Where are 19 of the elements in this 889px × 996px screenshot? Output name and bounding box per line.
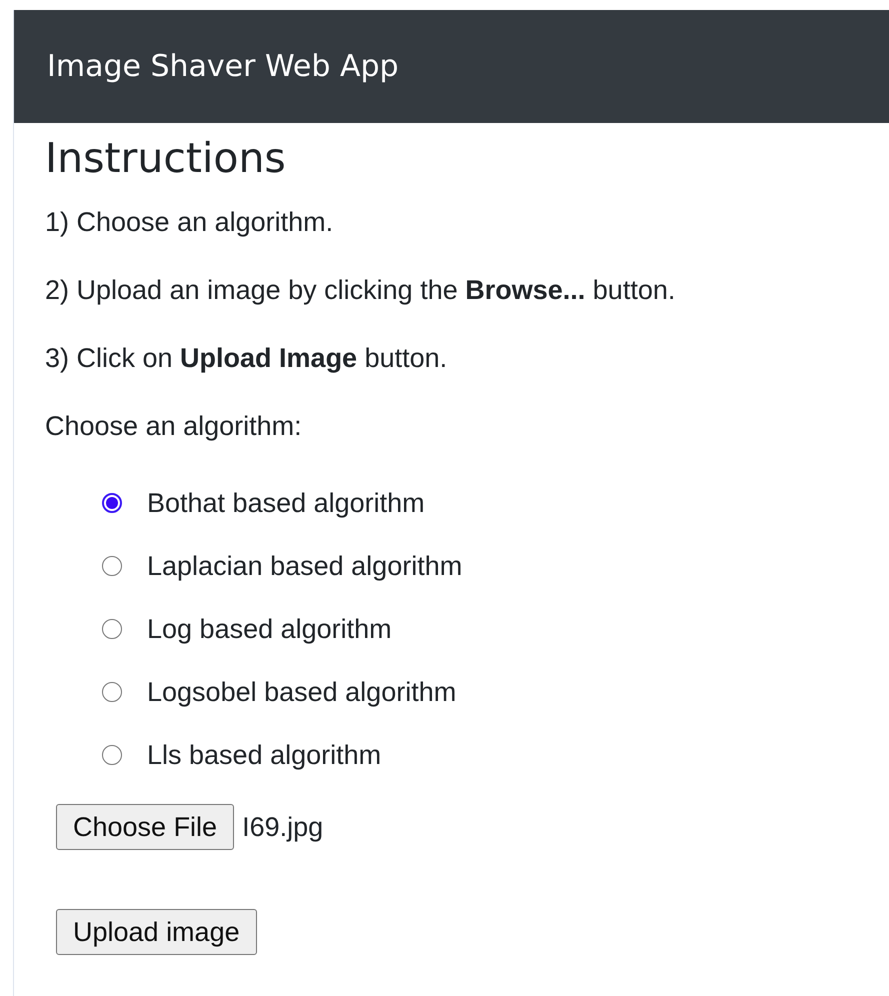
radio-button[interactable] bbox=[102, 745, 122, 765]
radio-button[interactable] bbox=[102, 493, 122, 513]
instruction-step: 1) Choose an algorithm. bbox=[45, 207, 889, 237]
algorithm-prompt: Choose an algorithm: bbox=[45, 411, 303, 441]
radio-label[interactable]: Log based algorithm bbox=[147, 614, 392, 644]
instruction-step: 2) Upload an image by clicking the Browse... button. bbox=[45, 275, 889, 305]
radio-label[interactable]: Laplacian based algorithm bbox=[147, 550, 462, 582]
upload-button[interactable]: Upload image bbox=[56, 909, 257, 955]
radio-button[interactable] bbox=[102, 619, 122, 639]
radio-label[interactable]: Bothat based algorithm bbox=[147, 488, 425, 518]
radio-label[interactable]: Logsobel based algorithm bbox=[147, 676, 456, 708]
radio-button[interactable] bbox=[102, 682, 122, 702]
radio-label[interactable]: Lls based algorithm bbox=[147, 740, 382, 770]
app-title: Image Shaver Web App bbox=[47, 49, 399, 84]
file-name: I69.jpg bbox=[242, 812, 324, 842]
choose-file-button[interactable]: Choose File bbox=[56, 804, 234, 850]
instruction-step: 3) Click on Upload Image button. bbox=[45, 343, 889, 373]
section-heading: Instructions bbox=[45, 133, 287, 183]
radio-button[interactable] bbox=[102, 556, 122, 576]
